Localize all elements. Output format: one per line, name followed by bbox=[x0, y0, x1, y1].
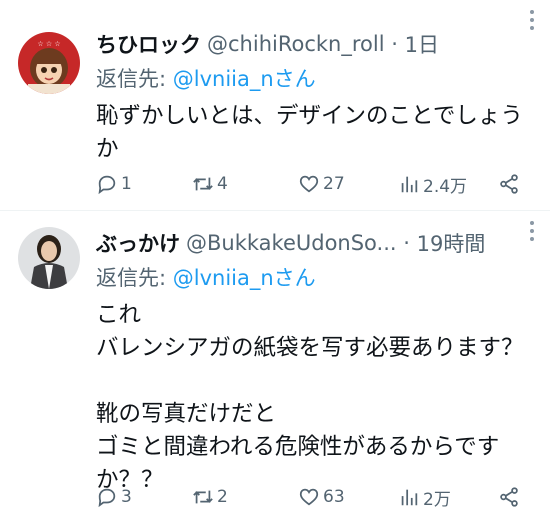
share-button[interactable] bbox=[498, 173, 520, 195]
views-button[interactable]: 2.4万 bbox=[398, 172, 467, 197]
views-count: 2.4万 bbox=[423, 176, 468, 197]
more-icon[interactable] bbox=[522, 8, 542, 32]
reply-to-line: 返信先: @lvniia_nさん bbox=[96, 62, 534, 96]
reply-to-line: 返信先: @lvniia_nさん bbox=[96, 261, 534, 295]
tweet[interactable]: ☆ ☆ ☆ ちひロック @chihiRockn_roll · 1日 返信先: @… bbox=[0, 0, 550, 210]
retweet-icon bbox=[193, 490, 213, 504]
like-count: 27 bbox=[323, 174, 345, 194]
tweet-header: ぶっかけ @BukkakeUdonSo... · 19時間 bbox=[96, 225, 534, 261]
retweet-count: 4 bbox=[217, 174, 228, 194]
views-count: 2万 bbox=[423, 489, 451, 510]
avatar[interactable] bbox=[18, 227, 80, 289]
reply-to-mention[interactable]: @lvniia_nさん bbox=[173, 266, 316, 290]
reply-count: 3 bbox=[121, 487, 132, 507]
tweet-actions: 3 2 63 2万 bbox=[96, 483, 526, 511]
heart-icon bbox=[299, 488, 319, 506]
reply-to-mention[interactable]: @lvniia_nさん bbox=[173, 67, 316, 91]
reply-button[interactable]: 1 bbox=[96, 173, 132, 195]
tweet-header: ちひロック @chihiRockn_roll · 1日 bbox=[96, 26, 534, 62]
retweet-icon bbox=[193, 177, 213, 191]
reply-button[interactable]: 3 bbox=[96, 486, 132, 508]
tweet-time-separator: · bbox=[396, 231, 417, 255]
like-count: 63 bbox=[323, 487, 345, 507]
tweet[interactable]: ぶっかけ @BukkakeUdonSo... · 19時間 返信先: @lvni… bbox=[0, 211, 550, 517]
retweet-button[interactable]: 4 bbox=[192, 173, 228, 195]
reply-icon bbox=[98, 488, 116, 508]
retweet-button[interactable]: 2 bbox=[192, 486, 228, 508]
tweet-time[interactable]: 1日 bbox=[405, 29, 439, 59]
reply-count: 1 bbox=[121, 174, 132, 194]
tweet-text: 恥ずかしいとは、デザインのことでしょうか bbox=[96, 103, 523, 162]
tweet-actions: 1 4 27 2.4万 bbox=[96, 170, 526, 198]
like-button[interactable]: 63 bbox=[298, 486, 345, 508]
tweet-time-separator: · bbox=[384, 32, 405, 56]
reply-icon bbox=[98, 175, 116, 195]
display-name[interactable]: ちひロック bbox=[96, 29, 201, 59]
tweet-time[interactable]: 19時間 bbox=[417, 228, 486, 258]
views-icon bbox=[401, 489, 418, 506]
like-button[interactable]: 27 bbox=[298, 173, 345, 195]
tweet-text: これ バレンシアガの紙袋を写す必要あります？ 靴の写真だけだと ゴミと間違われる… bbox=[96, 302, 524, 493]
views-button[interactable]: 2万 bbox=[398, 485, 451, 510]
reply-to-label: 返信先: bbox=[96, 266, 173, 290]
views-icon bbox=[401, 176, 418, 193]
avatar[interactable]: ☆ ☆ ☆ bbox=[18, 32, 80, 94]
display-name[interactable]: ぶっかけ bbox=[96, 228, 180, 258]
share-button[interactable] bbox=[498, 486, 520, 508]
tweet-feed: ☆ ☆ ☆ ちひロック @chihiRockn_roll · 1日 返信先: @… bbox=[0, 0, 550, 517]
heart-icon bbox=[299, 175, 319, 193]
share-icon bbox=[500, 174, 518, 194]
more-icon[interactable] bbox=[522, 219, 542, 243]
user-handle[interactable]: @chihiRockn_roll bbox=[207, 32, 385, 56]
reply-to-label: 返信先: bbox=[96, 67, 173, 91]
svg-text:☆ ☆ ☆: ☆ ☆ ☆ bbox=[37, 40, 60, 48]
retweet-count: 2 bbox=[217, 487, 228, 507]
user-handle[interactable]: @BukkakeUdonSo... bbox=[186, 231, 397, 255]
share-icon bbox=[500, 487, 518, 507]
